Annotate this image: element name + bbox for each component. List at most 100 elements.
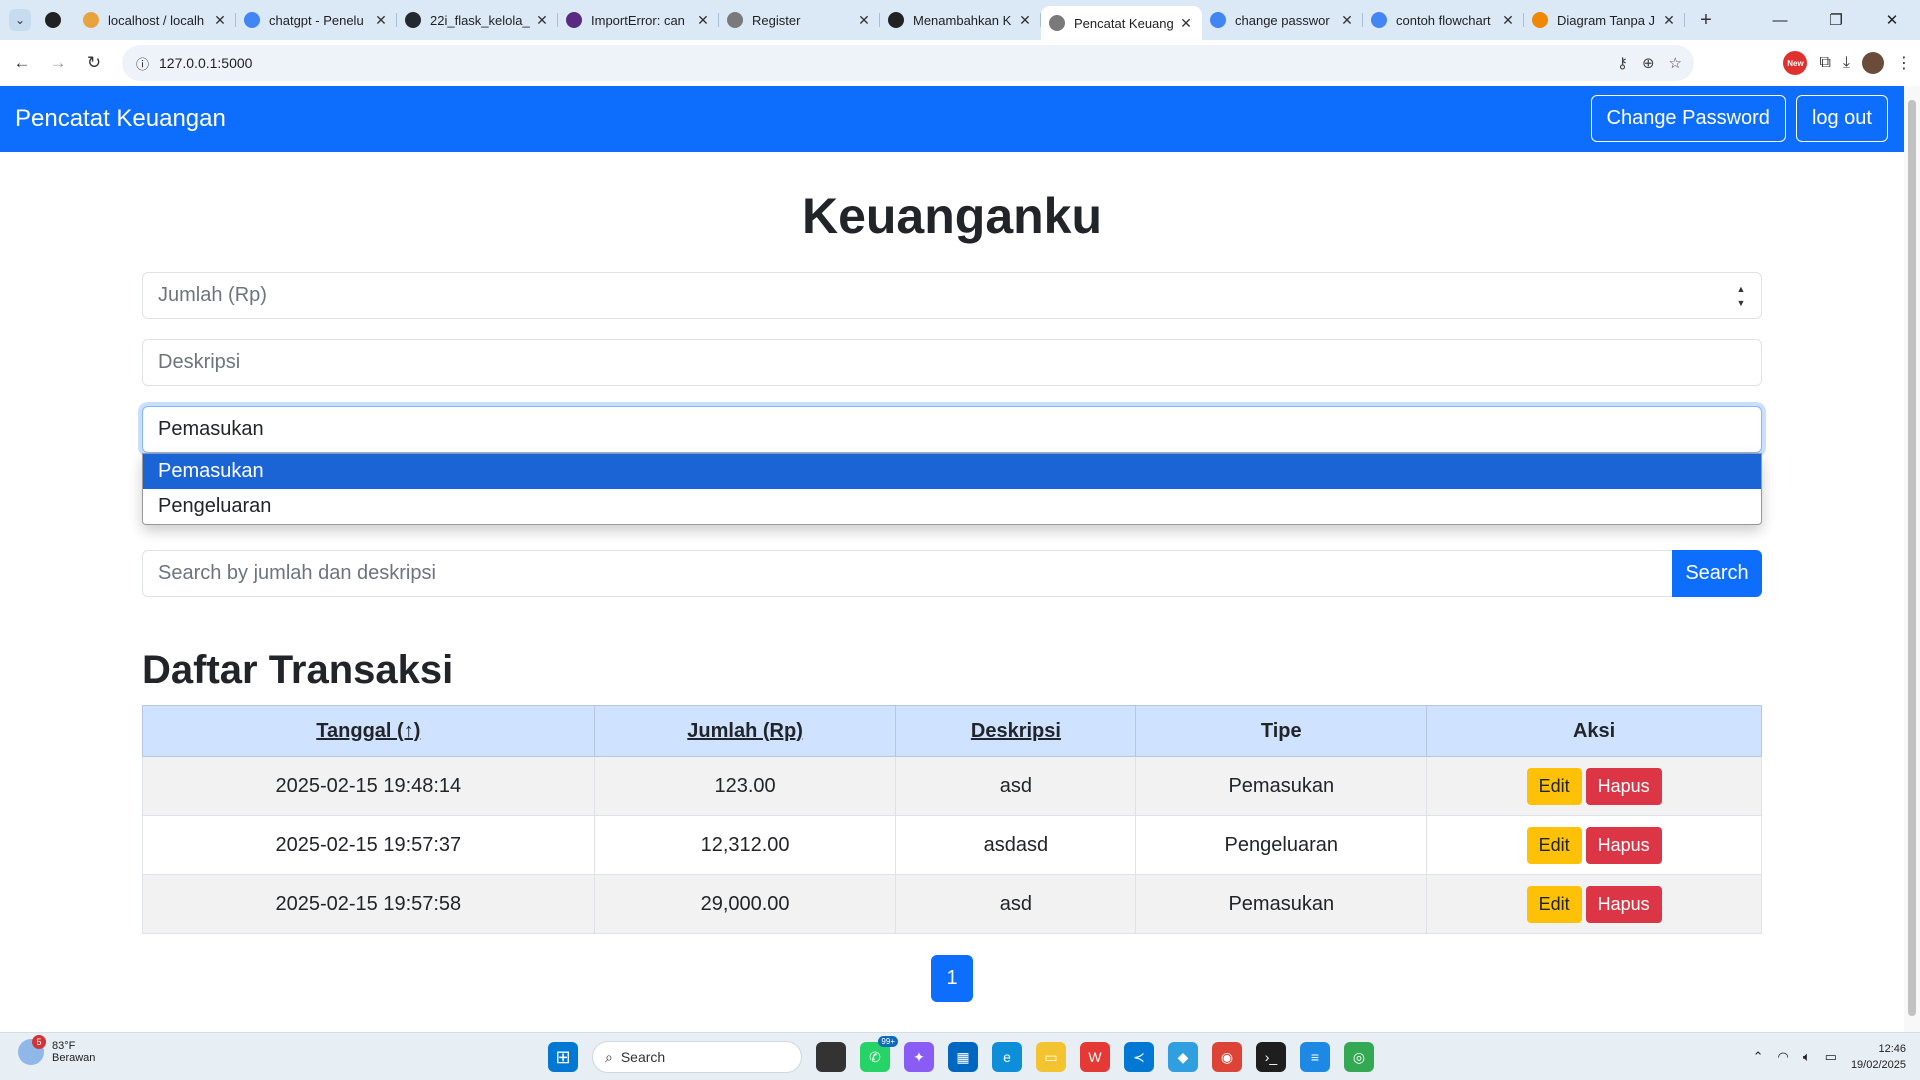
browser-tab[interactable]: Register ✕ [719, 5, 880, 35]
cell-date: 2025-02-15 19:48:14 [142, 756, 595, 816]
header-description[interactable]: Deskripsi [895, 705, 1137, 757]
profile-avatar[interactable] [1862, 52, 1884, 74]
tab-close-icon[interactable]: ✕ [534, 12, 550, 29]
type-option-expense[interactable]: Pengeluaran [143, 489, 1761, 524]
page-scrollbar[interactable] [1904, 86, 1920, 1032]
store-icon[interactable]: ▦ [948, 1042, 978, 1072]
terminal-icon[interactable]: ›_ [1256, 1042, 1286, 1072]
header-type: Tipe [1135, 705, 1428, 757]
tab-search-icon[interactable]: ⌄ [9, 9, 31, 31]
tab-close-icon[interactable]: ✕ [856, 12, 872, 29]
browser-tab[interactable]: Pencatat Keuang ✕ [1041, 6, 1202, 40]
tab-close-icon[interactable]: ✕ [1178, 15, 1194, 32]
browser-tab[interactable]: ImportError: can ✕ [558, 5, 719, 35]
tab-close-icon[interactable]: ✕ [212, 12, 228, 29]
delete-button[interactable]: Hapus [1585, 826, 1662, 864]
search-button[interactable]: Search [1672, 550, 1762, 597]
navbar-actions: Change Password log out [1590, 95, 1888, 142]
url-text: 127.0.0.1:5000 [159, 55, 253, 71]
battery-icon[interactable]: ▭ [1825, 1049, 1837, 1065]
copilot-icon[interactable]: ✦ [904, 1042, 934, 1072]
clock[interactable]: 12:46 19/02/2025 [1851, 1041, 1906, 1073]
file-explorer-icon[interactable]: ▭ [1036, 1042, 1066, 1072]
browser-tab[interactable]: localhost / localh ✕ [75, 5, 236, 35]
extensions-puzzle-icon[interactable]: ⧉ [1819, 54, 1830, 72]
start-windows-icon[interactable]: ⊞ [548, 1042, 578, 1072]
description-input[interactable]: Deskripsi [142, 339, 1762, 386]
browser-tab[interactable]: contoh flowchart ✕ [1363, 5, 1524, 35]
browser-tab[interactable]: 22i_flask_kelola_ ✕ [397, 5, 558, 35]
wifi-icon[interactable]: ◠ [1777, 1049, 1788, 1065]
description-placeholder: Deskripsi [158, 351, 241, 373]
browser-tab[interactable]: chatgpt - Penelu ✕ [236, 5, 397, 35]
download-icon[interactable]: ⤓ [1843, 54, 1850, 72]
password-key-icon[interactable]: ⚷ [1617, 54, 1628, 72]
system-tray: ⌃ ◠ 🔈︎ ▭ 12:46 19/02/2025 [1753, 1039, 1906, 1075]
scrollbar-thumb[interactable] [1908, 100, 1916, 1016]
page-title: Keuanganku [801, 188, 1103, 244]
table-row: 2025-02-15 19:57:58 29,000.00 asd Pemasukan… [142, 874, 1762, 934]
amount-input[interactable]: Jumlah (Rp) ▲ ▼ [142, 272, 1762, 319]
bookmark-star-icon[interactable]: ☆ [1669, 54, 1682, 72]
edit-button[interactable]: Edit [1526, 826, 1582, 864]
browser-tab[interactable]: Menambahkan K ✕ [880, 5, 1041, 35]
extension-new-icon[interactable]: New [1783, 51, 1808, 75]
volume-icon[interactable]: 🔈︎ [1803, 1049, 1811, 1065]
type-select[interactable]: Pemasukan [142, 406, 1762, 453]
brand-title[interactable]: Pencatat Keuangan [15, 105, 226, 133]
edge-icon[interactable]: e [992, 1042, 1022, 1072]
number-spinner-icon[interactable]: ▲ ▼ [1735, 284, 1747, 308]
browser-tab[interactable]: Diagram Tanpa J ✕ [1524, 5, 1685, 35]
tab-close-icon[interactable]: ✕ [695, 12, 711, 29]
weather-widget[interactable]: 5 83°F Berawan [18, 1035, 95, 1065]
new-tab-button[interactable]: + [1691, 9, 1721, 32]
clock-date: 19/02/2025 [1850, 1059, 1906, 1071]
tab-close-icon[interactable]: ✕ [1339, 12, 1355, 29]
browser-tab-bar: ⌄ localhost / localh ✕ chatgpt - Penelu ✕ 22… [0, 0, 1920, 40]
tab-pinned[interactable] [39, 5, 75, 35]
tab-close-icon[interactable]: ✕ [1500, 12, 1516, 29]
browser-tab[interactable]: change passwor ✕ [1202, 5, 1363, 35]
sort-description-link[interactable]: Deskripsi [971, 720, 1061, 742]
app-icon[interactable]: ◆ [1168, 1042, 1198, 1072]
type-option-income[interactable]: Pemasukan [143, 454, 1761, 489]
header-amount[interactable]: Jumlah (Rp) [593, 705, 897, 757]
notepad-icon[interactable]: ≡ [1300, 1042, 1330, 1072]
tab-close-icon[interactable]: ✕ [373, 12, 389, 29]
browser-menu-icon[interactable]: ⋮ [1896, 53, 1912, 73]
task-view-icon[interactable] [816, 1042, 846, 1072]
delete-button[interactable]: Hapus [1585, 885, 1662, 923]
sort-amount-link[interactable]: Jumlah (Rp) [687, 720, 803, 742]
taskbar-search[interactable]: ⌕ Search [592, 1041, 802, 1073]
reload-button[interactable]: ↻ [76, 45, 112, 81]
cell-date: 2025-02-15 19:57:58 [142, 874, 595, 934]
forward-button[interactable]: → [40, 45, 76, 81]
minimize-icon[interactable]: — [1752, 0, 1808, 40]
logout-button[interactable]: log out [1795, 95, 1888, 142]
tab-favicon-icon [1371, 12, 1387, 28]
chrome-icon[interactable]: ◎ [1344, 1042, 1374, 1072]
restore-icon[interactable]: ❐ [1808, 0, 1864, 40]
whatsapp-icon[interactable]: ✆ 99+ [860, 1036, 898, 1072]
search-input[interactable]: Search by jumlah dan deskripsi [142, 550, 1672, 597]
close-window-icon[interactable]: ✕ [1864, 0, 1920, 40]
zoom-icon[interactable]: ⊕ [1642, 54, 1655, 72]
address-bar[interactable]: ⓘ 127.0.0.1:5000 ⚷ ⊕ ☆ [122, 45, 1694, 81]
tray-chevron-up-icon[interactable]: ⌃ [1753, 1049, 1764, 1065]
edit-button[interactable]: Edit [1526, 885, 1582, 923]
sort-date-link[interactable]: Tanggal (↑) [316, 720, 420, 742]
pagination-page-1[interactable]: 1 [931, 955, 973, 1002]
windows-taskbar: 5 83°F Berawan ⊞ ⌕ Search ✆ 99+ ✦ ▦ e ▭ W… [0, 1032, 1920, 1080]
back-button[interactable]: ← [4, 45, 40, 81]
header-date[interactable]: Tanggal (↑) [142, 705, 595, 757]
tab-close-icon[interactable]: ✕ [1017, 12, 1033, 29]
whatsapp-badge: 99+ [878, 1036, 898, 1047]
delete-button[interactable]: Hapus [1585, 767, 1662, 805]
edit-button[interactable]: Edit [1526, 767, 1582, 805]
site-info-icon[interactable]: ⓘ [136, 54, 149, 73]
chrome-dev-icon[interactable]: ◉ [1212, 1042, 1242, 1072]
tab-close-icon[interactable]: ✕ [1661, 12, 1677, 29]
vscode-icon[interactable]: ≺ [1124, 1042, 1154, 1072]
change-password-button[interactable]: Change Password [1590, 95, 1786, 142]
wps-icon[interactable]: W [1080, 1042, 1110, 1072]
